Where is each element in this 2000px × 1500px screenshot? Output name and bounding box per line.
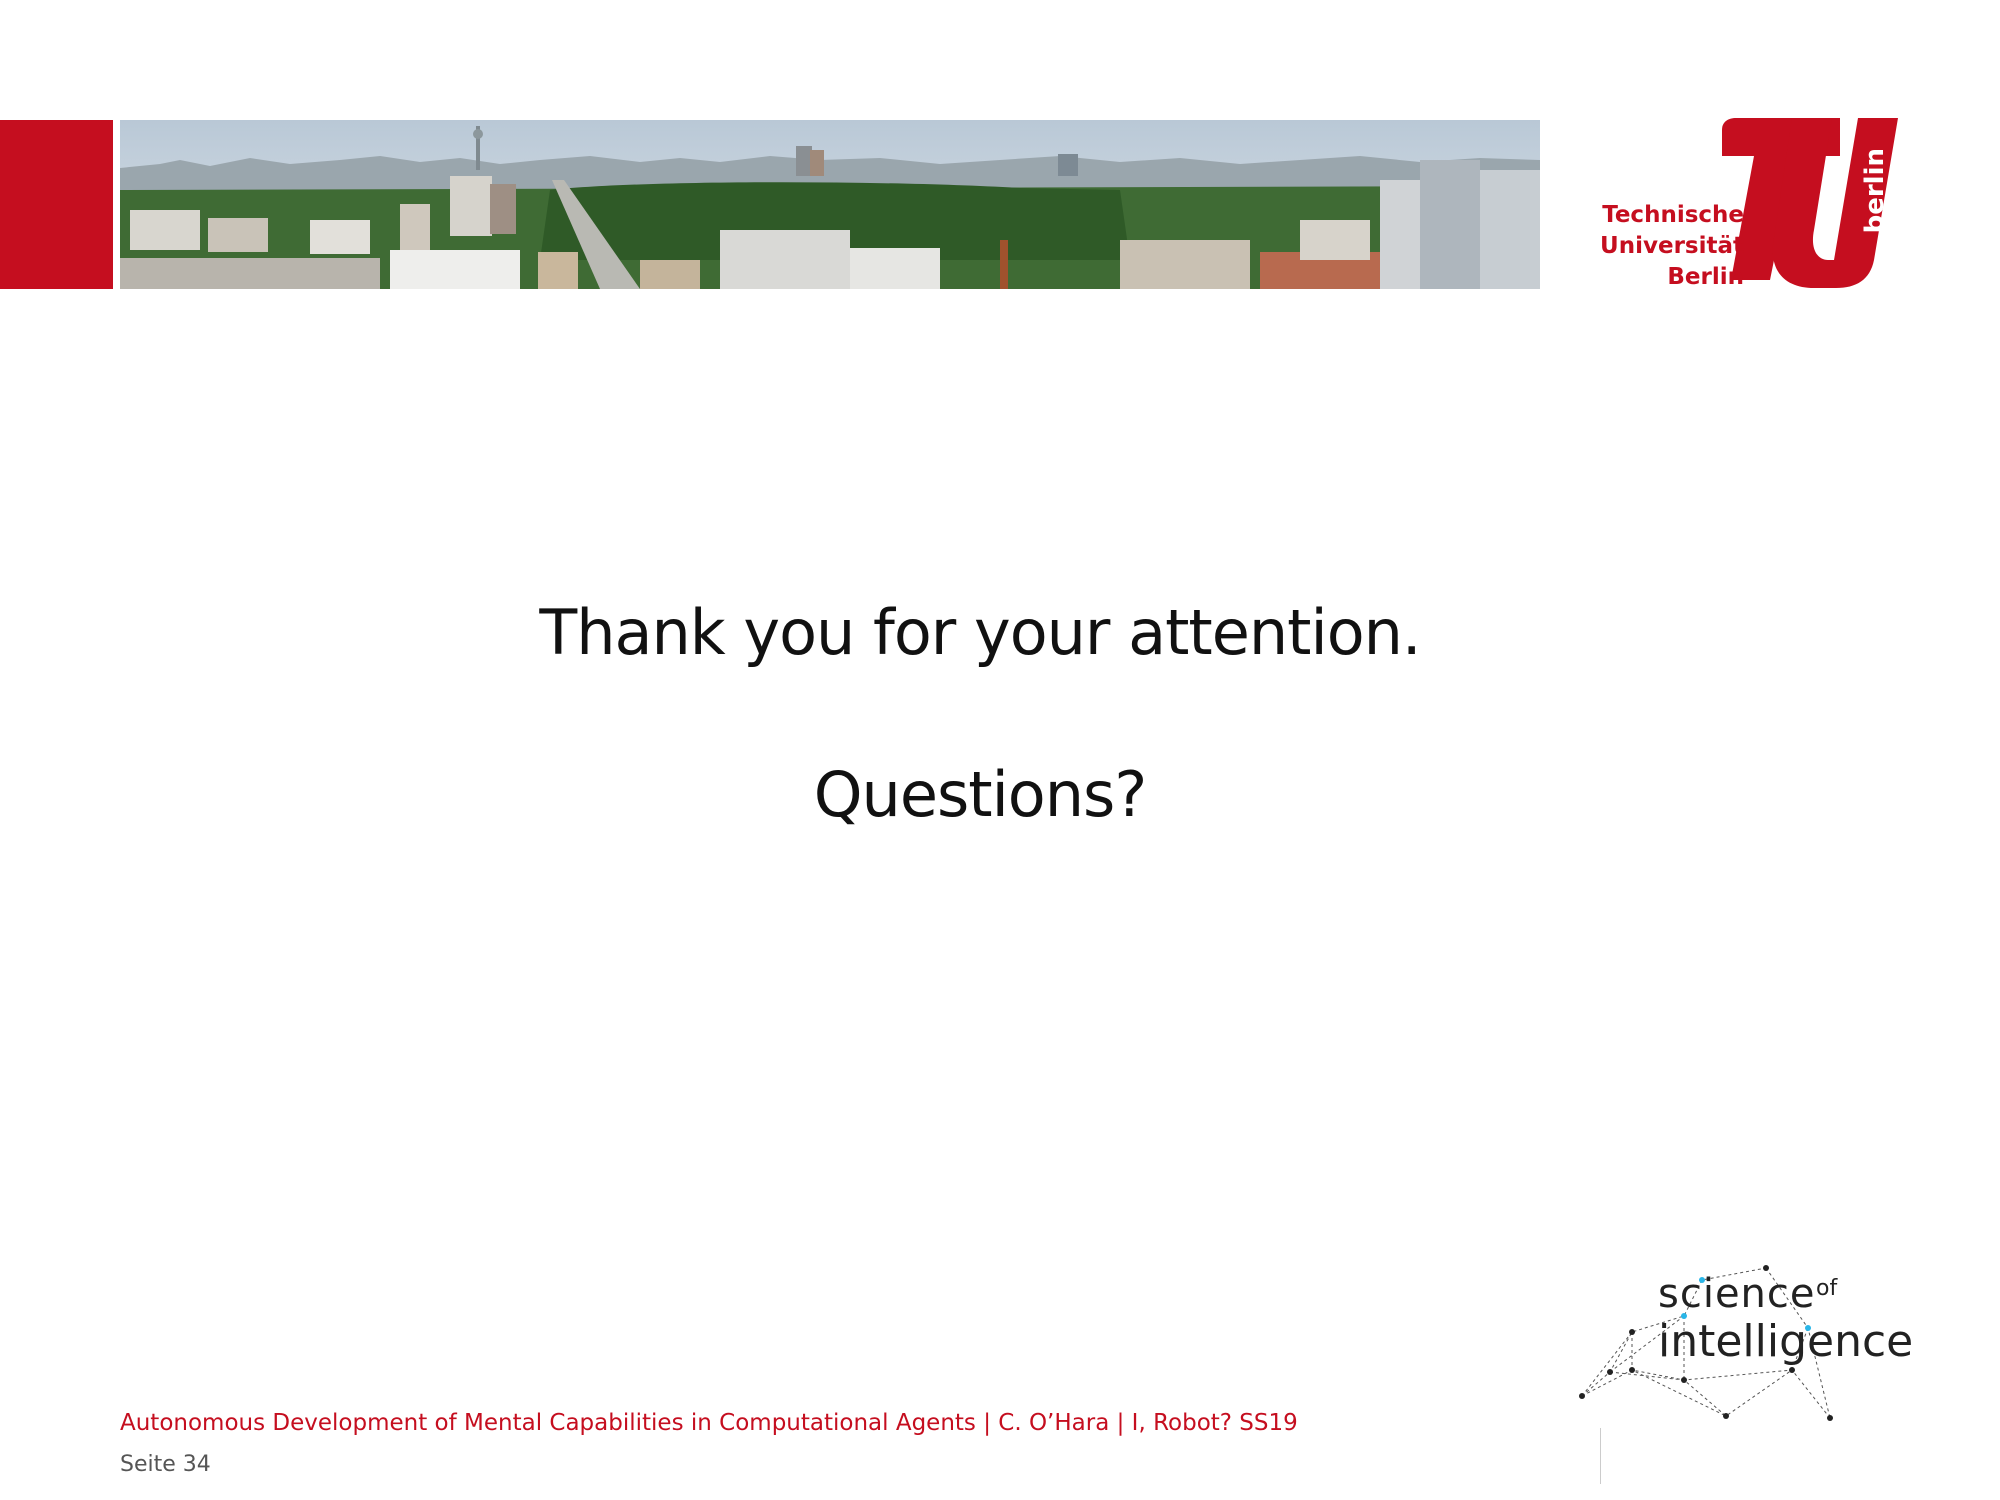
header-red-block	[0, 120, 113, 289]
tu-wordmark-line-1: Technische	[1602, 202, 1744, 228]
footer-title: Autonomous Development of Mental Capabil…	[120, 1410, 1298, 1436]
tu-wordmark-line-3: Berlin	[1667, 264, 1744, 290]
footer-divider	[1600, 1428, 1601, 1484]
slide-thank-you-text: Thank you for your attention.	[539, 596, 1421, 669]
tu-wordmark-line-2: Universität	[1600, 233, 1744, 259]
soi-science-text: science	[1658, 1271, 1816, 1317]
tu-badge-text: berlin	[1860, 148, 1890, 233]
page-number: Seite 34	[120, 1452, 211, 1477]
berlin-panorama-image	[120, 120, 1540, 289]
slide-questions-text: Questions?	[813, 758, 1148, 831]
tu-wordmark: Technische Universität Berlin	[1594, 200, 1744, 293]
soi-of-text: of	[1816, 1276, 1838, 1301]
soi-intelligence-text: intelligence	[1658, 1316, 1914, 1367]
